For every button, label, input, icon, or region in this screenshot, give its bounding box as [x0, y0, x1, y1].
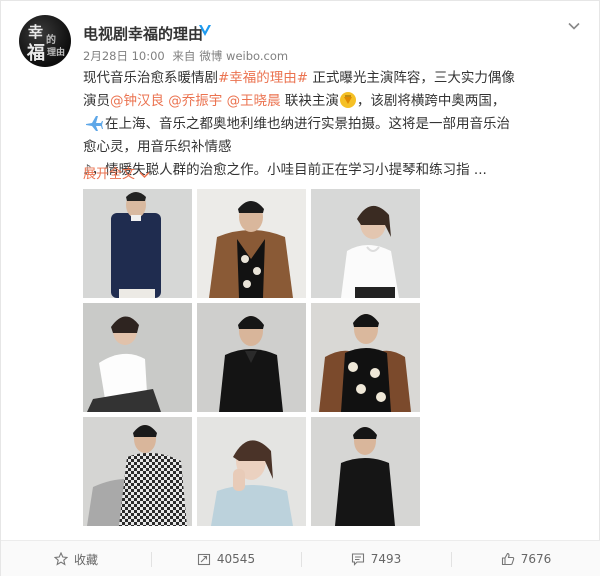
avatar-glyph: 的 — [46, 35, 56, 46]
avatar[interactable]: 幸 福 的 理由 — [19, 15, 71, 67]
text-segment: 联袂主演 — [280, 93, 339, 109]
photo-thumbnail[interactable] — [197, 417, 306, 526]
photo-thumbnail[interactable] — [197, 303, 306, 412]
favorite-label: 收藏 — [73, 552, 98, 567]
star-icon — [53, 552, 68, 566]
text-segment: 现代音乐治愈系暖情剧 — [83, 70, 218, 86]
photo-thumbnail[interactable] — [311, 417, 420, 526]
mention-link[interactable]: @钟汉良 — [110, 93, 164, 109]
airplane-emoji-icon — [86, 116, 103, 131]
comment-button[interactable]: 7493 — [301, 541, 451, 576]
expand-label: 展开全文 — [83, 167, 136, 182]
post-timestamp[interactable]: 2月28日 10:00 — [83, 49, 165, 63]
mention-link[interactable]: @王晓晨 — [227, 93, 281, 109]
source-prefix: 来自 — [172, 49, 196, 63]
avatar-glyph: 理由 — [47, 48, 66, 58]
chevron-down-icon — [139, 171, 150, 179]
photo-image — [83, 189, 192, 298]
text-segment: ，该剧将横跨中奥两国， — [356, 93, 506, 109]
photo-image — [311, 417, 420, 526]
username-link[interactable]: 电视剧幸福的理由 — [83, 23, 203, 44]
verified-badge-icon — [199, 25, 211, 36]
photo-image — [197, 417, 306, 526]
photo-image — [197, 303, 306, 412]
action-bar: 收藏 40545 7493 7676 — [1, 540, 600, 576]
photo-image — [197, 189, 306, 298]
text-segment: 在上海、音乐之都奥地利维也纳进行实景拍摄。这将是一部用音乐治愈心灵，用音乐织补情… — [83, 116, 510, 155]
like-count: 7676 — [520, 552, 552, 566]
photo-thumbnail[interactable] — [311, 189, 420, 298]
avatar-glyph: 福 — [27, 43, 45, 64]
favorite-button[interactable]: 收藏 — [1, 541, 151, 576]
photo-image — [311, 189, 420, 298]
comment-count: 7493 — [370, 552, 402, 566]
photo-thumbnail[interactable] — [83, 189, 192, 298]
repost-count: 40545 — [216, 552, 256, 566]
chevron-down-icon[interactable] — [567, 19, 581, 33]
post-source[interactable]: 微博 weibo.com — [199, 49, 288, 63]
text-segment: ，情暖失聪人群的治愈之作。小哇目前正在学习小提琴和练习指 ... — [91, 162, 487, 178]
photo-thumbnail[interactable] — [83, 303, 192, 412]
hashtag-link[interactable]: #幸福的理由# — [218, 70, 308, 86]
like-button[interactable]: 7676 — [451, 541, 600, 576]
photo-thumbnail[interactable] — [197, 189, 306, 298]
photo-image — [83, 417, 192, 526]
weibo-post-card: 幸 福 的 理由 电视剧幸福的理由 2月28日 10:00 来自 微博 weibo… — [0, 0, 600, 576]
comment-icon — [351, 553, 364, 566]
photo-image — [311, 303, 420, 412]
arrow-down-emoji-icon — [339, 92, 356, 108]
post-meta: 2月28日 10:00 来自 微博 weibo.com — [83, 48, 292, 64]
photo-grid — [83, 189, 421, 526]
photo-thumbnail[interactable] — [311, 303, 420, 412]
expand-full-text-link[interactable]: 展开全文 — [83, 163, 150, 182]
repost-button[interactable]: 40545 — [151, 541, 301, 576]
thumbs-up-icon — [501, 552, 514, 566]
mention-link[interactable]: @乔振宇 — [168, 93, 222, 109]
photo-thumbnail[interactable] — [83, 417, 192, 526]
photo-image — [83, 303, 192, 412]
repost-icon — [197, 553, 210, 566]
